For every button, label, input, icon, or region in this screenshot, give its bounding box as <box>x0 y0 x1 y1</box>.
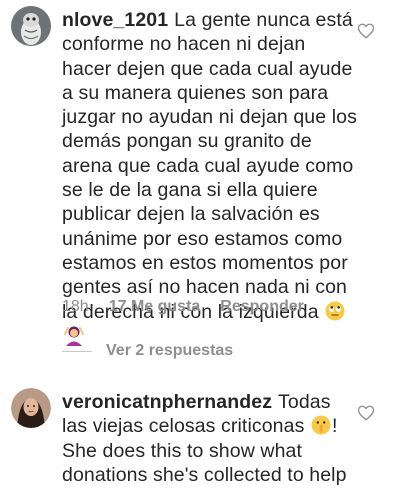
comment-item: veronicatnphernandez Todas las viejas cel… <box>0 382 400 490</box>
avatar[interactable] <box>11 6 51 46</box>
avatar[interactable] <box>11 388 51 428</box>
comment-meta: 18h 17 Me gusta Responder <box>62 298 304 316</box>
reply-button[interactable]: Responder <box>220 298 304 316</box>
comment-item: nlove_1201 La gente nunca está conforme n… <box>0 0 400 346</box>
comment-likes-link[interactable]: 17 Me gusta <box>109 298 201 316</box>
comment-timestamp[interactable]: 18h <box>62 298 89 316</box>
person-raising-hand-emoji <box>63 324 84 346</box>
replies-divider <box>62 350 92 352</box>
heart-outline-icon[interactable] <box>357 404 375 422</box>
heart-outline-icon[interactable] <box>357 22 375 40</box>
view-replies-label: Ver 2 respuestas <box>106 342 234 359</box>
comment-username[interactable]: veronicatnphernandez <box>62 391 272 413</box>
comment-text: La gente nunca está conforme no hacen ni… <box>62 9 357 323</box>
face-with-rolling-eyes-emoji <box>325 301 345 321</box>
view-replies-button[interactable]: Ver 2 respuestas <box>62 342 233 360</box>
comment-body: veronicatnphernandez Todas las viejas cel… <box>62 390 358 490</box>
comment-username[interactable]: nlove_1201 <box>62 9 168 31</box>
shushing-face-emoji <box>311 415 331 435</box>
